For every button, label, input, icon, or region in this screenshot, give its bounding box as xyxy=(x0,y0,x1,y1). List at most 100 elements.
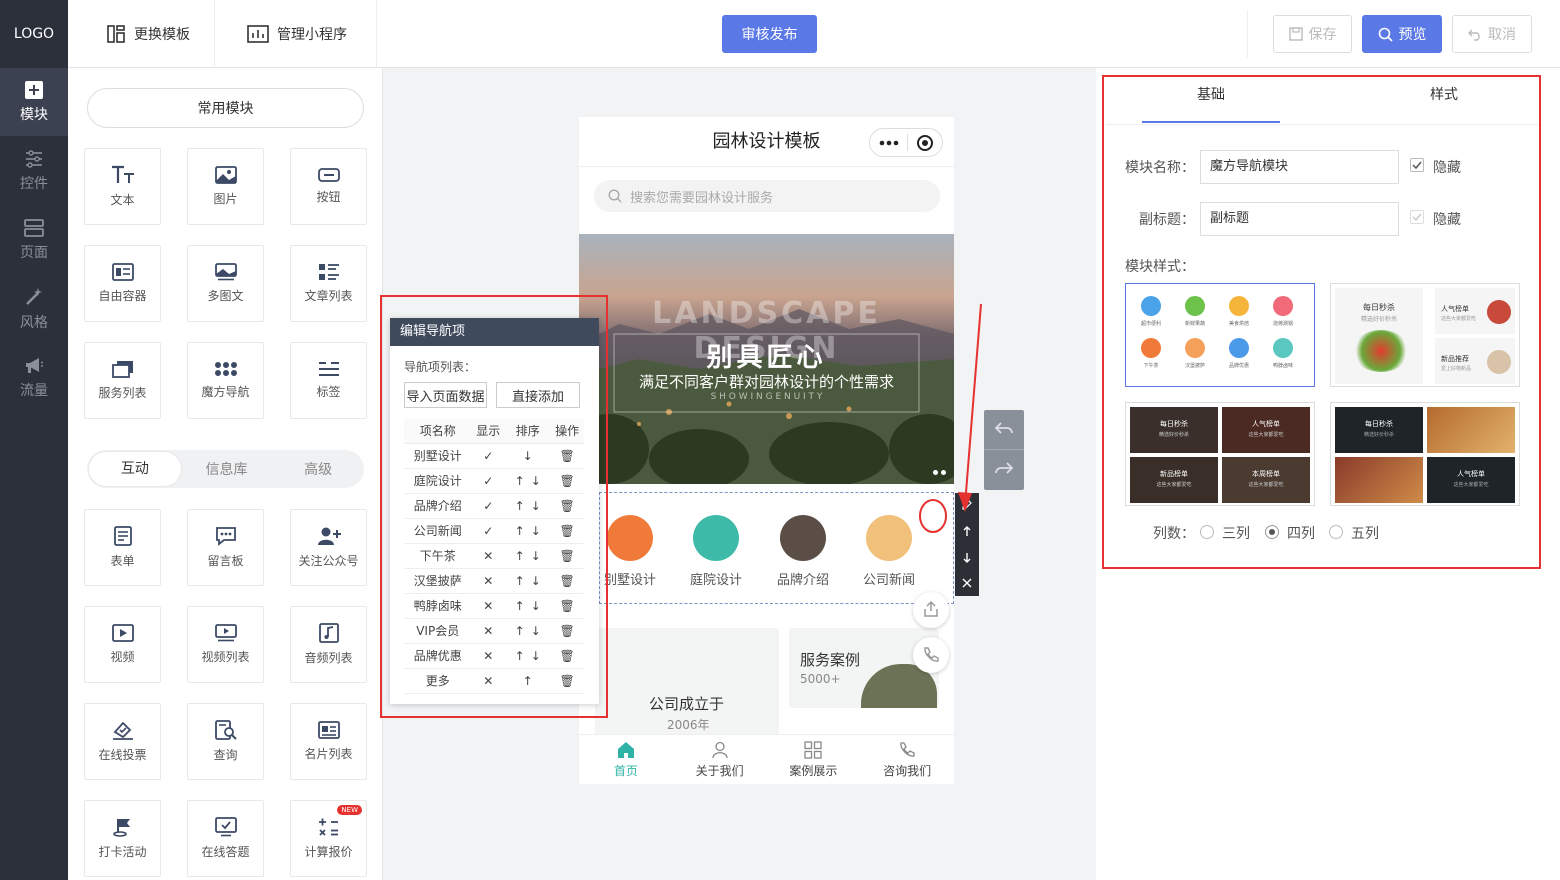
move-down-icon[interactable]: ↓ xyxy=(531,599,541,613)
move-up-icon[interactable]: ↑ xyxy=(515,499,525,513)
save-button[interactable]: 保存 xyxy=(1273,15,1352,53)
delete-icon[interactable]: 🗑 xyxy=(550,468,584,494)
delete-icon[interactable]: 🗑 xyxy=(550,593,584,619)
move-down-icon[interactable]: ↓ xyxy=(531,649,541,663)
widget-online-quiz[interactable]: 在线答题 xyxy=(187,800,264,877)
item-visibility-toggle[interactable]: ✕ xyxy=(471,593,506,619)
move-up-icon[interactable]: ↑ xyxy=(515,574,525,588)
widget-text[interactable]: 文本 xyxy=(84,148,161,225)
item-name: 下午茶 xyxy=(404,543,472,569)
redo-icon[interactable] xyxy=(995,462,1013,476)
change-template-button[interactable]: 更换模板 xyxy=(82,0,215,68)
tab-cases[interactable]: 案例展示 xyxy=(767,735,861,784)
nav-item-brand[interactable]: 品牌介绍 xyxy=(767,515,839,588)
rail-item-controls[interactable]: 控件 xyxy=(0,137,68,205)
annotation-arrow xyxy=(919,303,982,533)
widget-article-list[interactable]: 文章列表 xyxy=(290,245,367,322)
delete-icon[interactable]: 🗑 xyxy=(550,668,584,694)
move-down-icon[interactable]: ↓ xyxy=(531,574,541,588)
delete-icon[interactable]: 🗑 xyxy=(550,493,584,519)
delete-icon[interactable]: 🗑 xyxy=(550,568,584,594)
miniprogram-capsule[interactable] xyxy=(869,128,943,157)
item-visibility-toggle[interactable]: ✓ xyxy=(471,468,506,494)
delete-icon[interactable]: 🗑 xyxy=(550,518,584,544)
item-visibility-toggle[interactable]: ✓ xyxy=(471,443,506,469)
item-visibility-toggle[interactable]: ✓ xyxy=(471,493,506,519)
item-visibility-toggle[interactable]: ✕ xyxy=(471,543,506,569)
widget-free-container[interactable]: 自由容器 xyxy=(84,245,161,322)
item-visibility-toggle[interactable]: ✕ xyxy=(471,568,506,594)
undo-icon[interactable] xyxy=(995,422,1013,436)
service-case-card[interactable]: 服务案例 5000+ xyxy=(789,628,939,708)
widget-image[interactable]: 图片 xyxy=(187,148,264,225)
move-down-icon[interactable]: ↓ xyxy=(531,624,541,638)
item-visibility-toggle[interactable]: ✕ xyxy=(471,643,506,669)
tab-advanced[interactable]: 高级 xyxy=(272,459,364,479)
publish-button[interactable]: 审核发布 xyxy=(722,15,817,53)
widget-message-board[interactable]: 留言板 xyxy=(187,509,264,586)
import-page-data-button[interactable]: 导入页面数据 xyxy=(404,382,487,408)
move-down-icon[interactable]: ↓ xyxy=(531,499,541,513)
move-down-icon[interactable]: ↓ xyxy=(531,524,541,538)
item-visibility-toggle[interactable]: ✕ xyxy=(471,668,506,694)
widget-video[interactable]: 视频 xyxy=(84,606,161,683)
save-label: 保存 xyxy=(1308,27,1337,43)
rail-item-modules[interactable]: 模块 xyxy=(0,68,68,136)
phone-float-button[interactable] xyxy=(913,637,949,673)
phone-search-bar[interactable]: 搜索您需要园林设计服务 xyxy=(594,180,940,212)
banner[interactable]: LANDSCAPE DESIGN 别具匠心 满足不同客户群对园林设计的个性需求 … xyxy=(579,234,954,484)
widget-video-list[interactable]: 视频列表 xyxy=(187,606,264,683)
rail-item-style[interactable]: 风格 xyxy=(0,275,68,343)
move-down-icon[interactable] xyxy=(961,552,973,564)
widget-online-vote[interactable]: 在线投票 xyxy=(84,703,161,780)
common-modules-header[interactable]: 常用模块 xyxy=(87,88,364,128)
add-directly-button[interactable]: 直接添加 xyxy=(496,382,580,408)
move-up-icon[interactable]: ↑ xyxy=(523,674,533,688)
preview-button[interactable]: 预览 xyxy=(1362,15,1442,53)
move-up-icon[interactable]: ↑ xyxy=(515,549,525,563)
cube-nav-module[interactable]: 别墅设计 庭院设计 品牌介绍 公司新闻 xyxy=(599,492,954,604)
move-up-icon[interactable]: ↑ xyxy=(515,599,525,613)
delete-icon[interactable]: 🗑 xyxy=(550,543,584,569)
manage-miniprogram-button[interactable]: 管理小程序 xyxy=(223,0,377,68)
move-down-icon[interactable]: ↓ xyxy=(531,474,541,488)
move-down-icon[interactable]: ↓ xyxy=(531,549,541,563)
move-down-icon[interactable]: ↓ xyxy=(523,449,533,463)
tab-interactive[interactable]: 互动 xyxy=(89,452,181,486)
cancel-button[interactable]: 取消 xyxy=(1452,15,1532,53)
close-icon[interactable] xyxy=(961,577,973,589)
widget-checkin[interactable]: 打卡活动 xyxy=(84,800,161,877)
tab-about[interactable]: 关于我们 xyxy=(673,735,767,784)
item-visibility-toggle[interactable]: ✓ xyxy=(471,518,506,544)
widget-tags[interactable]: 标签 xyxy=(290,342,367,419)
delete-icon[interactable]: 🗑 xyxy=(550,443,584,469)
share-float-button[interactable] xyxy=(913,592,949,628)
widget-service-list[interactable]: 服务列表 xyxy=(84,342,161,419)
widget-label: 多图文 xyxy=(207,289,244,303)
widget-multi-image-text[interactable]: 多图文 xyxy=(187,245,264,322)
move-up-icon[interactable]: ↑ xyxy=(515,624,525,638)
item-visibility-toggle[interactable]: ✕ xyxy=(471,618,506,644)
widget-query[interactable]: 查询 xyxy=(187,703,264,780)
move-up-icon[interactable]: ↑ xyxy=(515,524,525,538)
move-up-icon[interactable]: ↑ xyxy=(515,474,525,488)
rail-item-traffic[interactable]: 流量 xyxy=(0,344,68,412)
delete-icon[interactable]: 🗑 xyxy=(550,618,584,644)
rail-label: 页面 xyxy=(20,244,48,261)
widget-form[interactable]: 表单 xyxy=(84,509,161,586)
widget-audio-list[interactable]: 音频列表 xyxy=(290,606,367,683)
widget-follow-official[interactable]: 关注公众号 xyxy=(290,509,367,586)
move-up-icon[interactable]: ↑ xyxy=(515,649,525,663)
delete-icon[interactable]: 🗑 xyxy=(550,643,584,669)
item-name: VIP会员 xyxy=(404,618,472,644)
company-card[interactable]: 公司成立于 2006年 xyxy=(595,628,779,738)
rail-item-pages[interactable]: 页面 xyxy=(0,206,68,274)
tab-home[interactable]: 首页 xyxy=(579,735,673,784)
widget-button[interactable]: 按钮 xyxy=(290,148,367,225)
widget-quote-calculator[interactable]: 计算报价 NEW xyxy=(290,800,367,877)
tab-infobase[interactable]: 信息库 xyxy=(181,459,273,479)
widget-cube-nav[interactable]: 魔方导航 xyxy=(187,342,264,419)
widget-card-list[interactable]: 名片列表 xyxy=(290,703,367,780)
nav-item-courtyard[interactable]: 庭院设计 xyxy=(680,515,752,588)
tab-contact[interactable]: 咨询我们 xyxy=(860,735,954,784)
